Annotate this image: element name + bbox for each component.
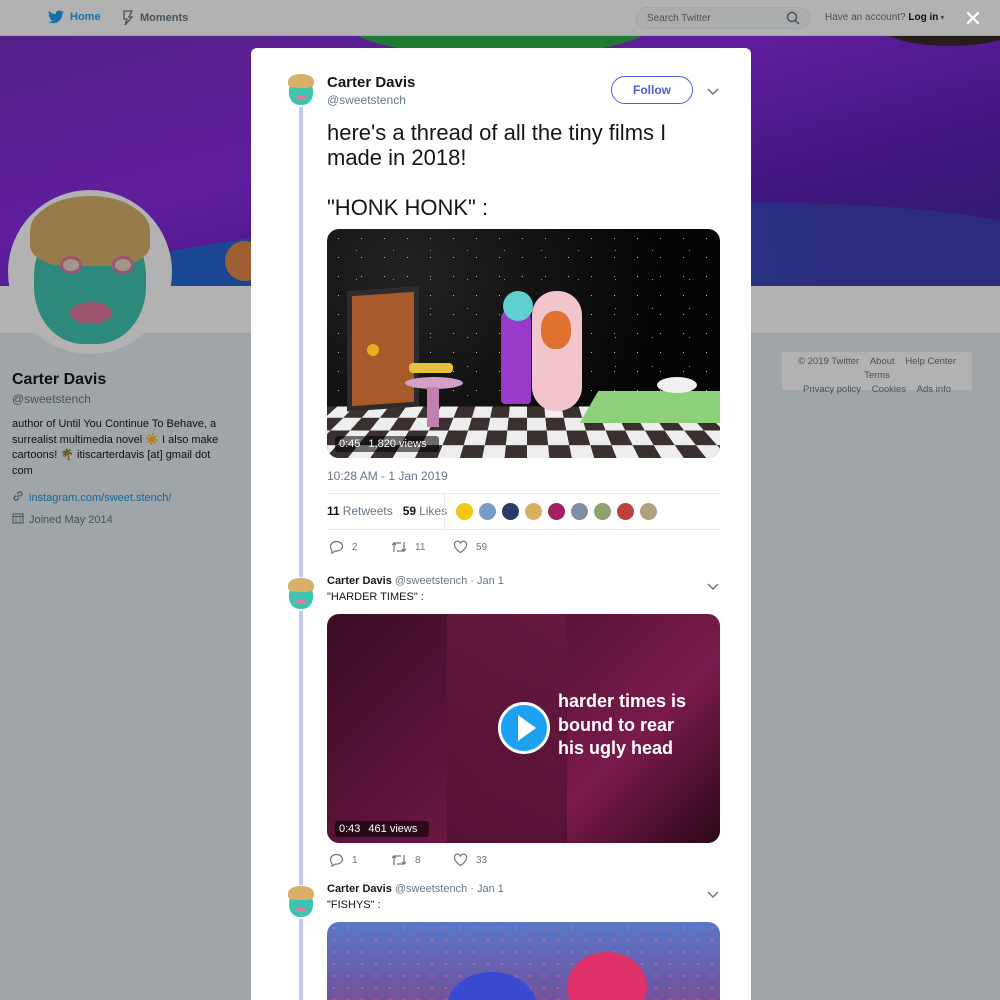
liker-avatars xyxy=(455,502,658,521)
video-views: 461 views xyxy=(368,823,418,835)
close-icon[interactable]: ✕ xyxy=(962,8,984,30)
retweets-label: Retweets xyxy=(342,504,393,518)
tweet-author-handle[interactable]: @sweetstench xyxy=(327,93,406,107)
tweet-video[interactable]: harder times is bound to rear his ugly h… xyxy=(327,614,720,843)
play-icon xyxy=(518,715,536,741)
video-duration: 0:45 xyxy=(339,438,361,450)
reply-header: Carter Davis @sweetstench · Jan 1 xyxy=(327,575,504,587)
likes-label: Likes xyxy=(419,504,448,518)
reply-count: 2 xyxy=(352,541,358,553)
tweet-text: here's a thread of all the tiny films I … xyxy=(327,120,667,220)
tweet-stats: 11 Retweets 59 Likes xyxy=(327,504,447,518)
video-duration: 0:43 xyxy=(339,823,361,835)
likes-stat[interactable]: 59 Likes xyxy=(403,504,447,518)
retweet-button[interactable]: 8 xyxy=(391,853,453,867)
retweet-button[interactable]: 11 xyxy=(391,540,453,554)
divider xyxy=(444,494,445,530)
thread-line xyxy=(299,106,303,1000)
like-icon xyxy=(453,853,468,867)
reply-text: "HARDER TIMES" : xyxy=(327,591,424,603)
avatar[interactable] xyxy=(639,502,658,521)
reply-text: "FISHYS" : xyxy=(327,899,381,911)
avatar[interactable] xyxy=(284,885,318,919)
avatar[interactable] xyxy=(570,502,589,521)
video-info: 0:43 461 views xyxy=(335,821,430,837)
video-views: 1,820 views xyxy=(368,438,427,450)
avatar[interactable] xyxy=(547,502,566,521)
video-caption: harder times is bound to rear his ugly h… xyxy=(558,691,687,758)
reply-button[interactable]: 2 xyxy=(329,540,391,554)
chevron-down-icon[interactable] xyxy=(707,578,719,596)
video-info: 0:45 1,820 views xyxy=(335,436,439,452)
reply-author-name[interactable]: Carter Davis xyxy=(327,575,392,587)
like-count: 59 xyxy=(476,541,488,553)
reply-button[interactable]: 1 xyxy=(329,853,391,867)
follow-button[interactable]: Follow xyxy=(611,76,693,104)
divider xyxy=(327,529,720,530)
avatar[interactable] xyxy=(284,577,318,611)
reply-icon xyxy=(329,853,344,867)
tweet-video[interactable] xyxy=(327,922,720,1000)
retweet-icon xyxy=(391,853,407,867)
reply-author-handle[interactable]: @sweetstench xyxy=(395,575,467,587)
like-count: 33 xyxy=(476,854,488,866)
avatar[interactable] xyxy=(478,502,497,521)
tweet-video[interactable]: 0:45 1,820 views xyxy=(327,229,720,458)
avatar[interactable] xyxy=(616,502,635,521)
retweets-stat[interactable]: 11 Retweets xyxy=(327,504,393,518)
like-icon xyxy=(453,540,468,554)
tweet-author-name[interactable]: Carter Davis xyxy=(327,74,415,91)
reply-date[interactable]: · Jan 1 xyxy=(470,575,504,587)
reply-date[interactable]: · Jan 1 xyxy=(470,883,504,895)
likes-count: 59 xyxy=(402,504,417,518)
avatar[interactable] xyxy=(455,502,474,521)
retweets-count: 11 xyxy=(327,504,340,518)
avatar[interactable] xyxy=(593,502,612,521)
reply-icon xyxy=(329,540,344,554)
like-button[interactable]: 33 xyxy=(453,853,515,867)
tweet-modal: Carter Davis @sweetstench Follow here's … xyxy=(251,48,751,1000)
tweet-actions: 2 11 59 xyxy=(329,540,515,554)
reply-author-name[interactable]: Carter Davis xyxy=(327,883,392,895)
retweet-count: 8 xyxy=(415,854,421,866)
chevron-down-icon[interactable] xyxy=(707,886,719,904)
retweet-count: 11 xyxy=(415,541,426,553)
avatar[interactable] xyxy=(501,502,520,521)
reply-header: Carter Davis @sweetstench · Jan 1 xyxy=(327,883,504,895)
avatar[interactable] xyxy=(524,502,543,521)
like-button[interactable]: 59 xyxy=(453,540,515,554)
chevron-down-icon[interactable] xyxy=(707,83,719,101)
reply-count: 1 xyxy=(352,854,358,866)
reply-author-handle[interactable]: @sweetstench xyxy=(395,883,467,895)
tweet-timestamp[interactable]: 10:28 AM - 1 Jan 2019 xyxy=(327,469,448,483)
avatar[interactable] xyxy=(284,73,318,107)
retweet-icon xyxy=(391,540,407,554)
divider xyxy=(327,493,720,494)
tweet-actions: 1 8 33 xyxy=(329,853,515,867)
